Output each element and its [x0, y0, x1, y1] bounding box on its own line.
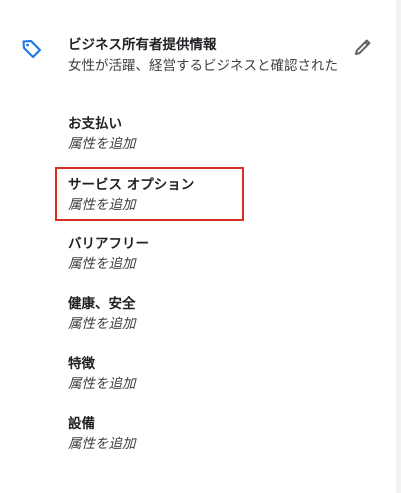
- add-attribute-link[interactable]: 属性を追加: [68, 374, 338, 394]
- section-accessibility: バリアフリー 属性を追加: [68, 234, 338, 274]
- section-health-safety: 健康、安全 属性を追加: [68, 294, 338, 334]
- pencil-icon: [355, 39, 371, 55]
- section-heading: バリアフリー: [68, 236, 149, 252]
- section-heading: 特徴: [68, 356, 95, 372]
- section-payments: お支払い 属性を追加: [68, 114, 338, 154]
- add-attribute-link[interactable]: 属性を追加: [68, 314, 338, 334]
- section-heading: 健康、安全: [68, 296, 136, 312]
- attributes-panel: ビジネス所有者提供情報 女性が活躍、経営するビジネスと確認された お支払い 属性…: [0, 0, 396, 493]
- add-attribute-link[interactable]: 属性を追加: [68, 434, 338, 454]
- highlight-box: [55, 167, 244, 221]
- owner-info-description: 女性が活躍、経営するビジネスと確認された: [68, 58, 338, 74]
- owner-info-heading: ビジネス所有者提供情報: [68, 37, 217, 53]
- add-attribute-link[interactable]: 属性を追加: [68, 134, 338, 154]
- section-amenities: 設備 属性を追加: [68, 414, 338, 454]
- owner-info-section: ビジネス所有者提供情報 女性が活躍、経営するビジネスと確認された: [68, 35, 338, 76]
- tag-icon: [22, 40, 41, 58]
- section-highlights: 特徴 属性を追加: [68, 354, 338, 394]
- panel-divider: [396, 0, 401, 493]
- add-attribute-link[interactable]: 属性を追加: [68, 254, 338, 274]
- edit-button[interactable]: [351, 35, 375, 59]
- section-heading: お支払い: [68, 116, 122, 132]
- section-heading: 設備: [68, 416, 95, 432]
